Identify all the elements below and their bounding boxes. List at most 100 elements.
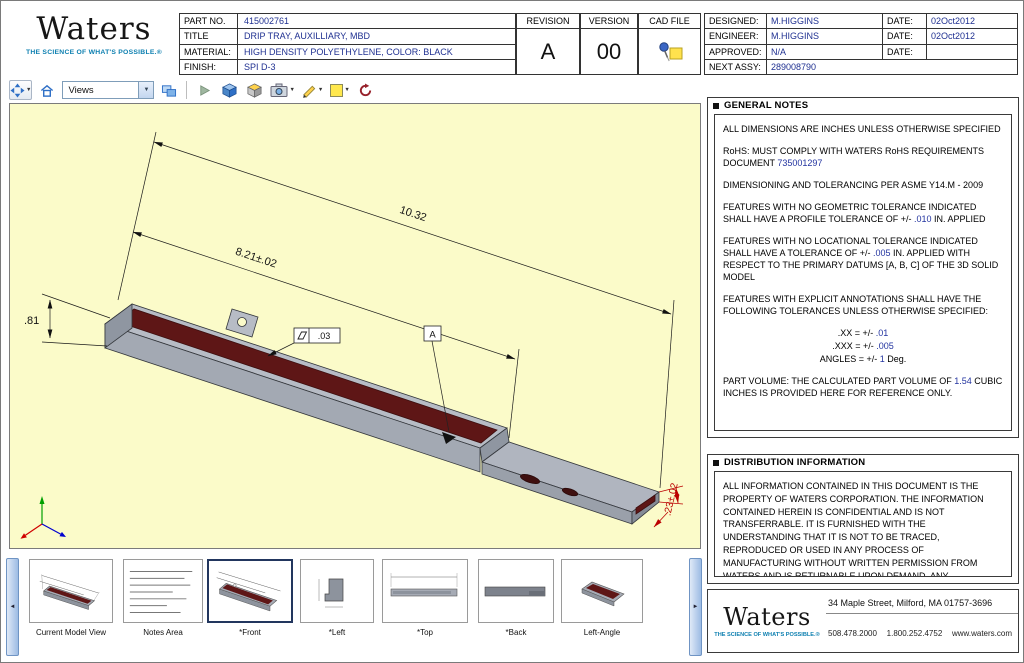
drawing-canvas[interactable]: 10.32 8.21±.02 .81 .23±.02 .03 <box>10 104 700 548</box>
designed-value: M.HIGGINS <box>767 14 883 28</box>
dim-overall-length[interactable]: 10.32 <box>398 204 428 224</box>
approved-date <box>927 45 1017 59</box>
dim-cavity-length[interactable]: 8.21±.02 <box>234 246 278 271</box>
markup-rotate-button[interactable] <box>356 80 376 100</box>
part-3d-tray[interactable] <box>105 304 659 524</box>
play-animation-button[interactable] <box>194 80 214 100</box>
footer-contacts-row: 508.478.2000 1.800.252.4752 www.waters.c… <box>826 614 1018 652</box>
play-icon <box>198 84 211 97</box>
measure-pencil-icon <box>302 83 317 98</box>
note-item: RoHS: MUST COMPLY WITH WATERS RoHS REQUI… <box>723 145 1003 169</box>
waters-logo-text: Waters <box>13 13 175 46</box>
general-notes-panel: GENERAL NOTES ALL DIMENSIONS ARE INCHES … <box>707 97 1019 438</box>
background-color-button[interactable]: ▼ <box>329 80 350 100</box>
designed-label: DESIGNED: <box>705 14 767 28</box>
thumbnail-label: Left-Angle <box>561 628 643 637</box>
thumbnail-label: *Front <box>207 628 293 637</box>
approvals-row: APPROVED: N/A DATE: <box>705 45 1017 60</box>
pan-arrows-icon <box>10 83 25 98</box>
thumbnail-label: *Top <box>382 628 468 637</box>
approvals-block: DESIGNED: M.HIGGINS DATE: 02Oct2012 ENGI… <box>704 13 1018 75</box>
current-model-view-preview-icon <box>30 561 112 621</box>
drawing-viewport[interactable]: 10.32 8.21±.02 .81 .23±.02 .03 <box>9 103 701 549</box>
part-no-label: PART NO. <box>180 14 238 28</box>
distribution-text: ALL INFORMATION CONTAINED IN THIS DOCUME… <box>723 480 1003 577</box>
designed-date: 02Oct2012 <box>927 14 1017 28</box>
dim-left-height[interactable]: .81 <box>24 315 39 327</box>
home-view-button[interactable] <box>37 80 57 100</box>
shaded-view-button[interactable] <box>219 80 239 100</box>
thumbnail-label: *Left <box>300 628 374 637</box>
cycle-views-button[interactable] <box>159 80 179 100</box>
left-view-preview-icon <box>301 561 373 621</box>
bullet-square-icon <box>713 103 719 109</box>
scroll-left-arrow-icon: ◄ <box>10 604 16 610</box>
camera-icon <box>270 83 288 98</box>
finish-label: FINISH: <box>180 60 238 74</box>
thumbnail-label: Current Model View <box>29 628 113 637</box>
distribution-body: ALL INFORMATION CONTAINED IN THIS DOCUME… <box>714 471 1012 577</box>
pushpin-icon[interactable] <box>656 41 684 63</box>
version-value: 00 <box>581 29 637 74</box>
note-item: DIMENSIONING AND TOLERANCING PER ASME Y1… <box>723 179 1003 191</box>
part-no-value: 415002761 <box>238 14 289 28</box>
thumbnail-top[interactable]: *Top <box>382 559 468 637</box>
thumbnail-back[interactable]: *Back <box>478 559 554 637</box>
title-value: DRIP TRAY, AUXILLIARY, MBD <box>238 29 370 43</box>
views-dropdown-value: Views <box>68 85 93 96</box>
thumbnail-image[interactable] <box>382 559 468 623</box>
left-angle-preview-icon <box>562 561 642 621</box>
thumbnail-current-model-view[interactable]: Current Model View <box>29 559 113 637</box>
thumbnail-image[interactable] <box>300 559 374 623</box>
thumbnail-scroll-left-button[interactable]: ◄ <box>6 558 19 656</box>
note-item: .XXX = +/- .005 <box>723 340 1003 352</box>
cad-file-cell[interactable] <box>639 29 700 74</box>
thumbnail-image[interactable] <box>207 559 293 623</box>
note-item: FEATURES WITH NO GEOMETRIC TOLERANCE IND… <box>723 201 1003 225</box>
note-item: .XX = +/- .01 <box>723 327 1003 339</box>
chevron-down-icon: ▼ <box>138 82 153 98</box>
footer-waters-logo-text: Waters <box>723 604 811 630</box>
thumbnail-scroll-right-button[interactable]: ► <box>689 558 702 656</box>
views-dropdown[interactable]: Views ▼ <box>62 81 154 99</box>
title-block-row: PART NO. 415002761 <box>180 14 515 29</box>
thumbnail-image[interactable] <box>29 559 113 623</box>
edrawings-window: Waters THE SCIENCE OF WHAT'S POSSIBLE.® … <box>0 0 1024 663</box>
distribution-header: DISTRIBUTION INFORMATION <box>708 455 1018 470</box>
dim-step-height[interactable]: .23±.02 <box>662 482 680 517</box>
engineer-date-label: DATE: <box>883 29 927 43</box>
pan-tool-button[interactable]: ▼ <box>9 80 32 100</box>
note-item: FEATURES WITH NO LOCATIONAL TOLERANCE IN… <box>723 235 1003 283</box>
notes-area-preview-icon <box>124 561 202 621</box>
note-item: ANGLES = +/- 1 Deg. <box>723 353 1003 365</box>
measure-button[interactable]: ▼ <box>301 80 324 100</box>
note-item: FEATURES WITH EXPLICIT ANNOTATIONS SHALL… <box>723 293 1003 317</box>
datum-letter: A <box>429 330 436 341</box>
cad-file-block: CAD FILE <box>638 13 701 75</box>
appearance-button[interactable] <box>244 80 264 100</box>
snapshot-button[interactable]: ▼ <box>269 80 295 100</box>
engineer-date: 02Oct2012 <box>927 29 1017 43</box>
approved-date-label: DATE: <box>883 45 927 59</box>
footer-waters-logo: Waters THE SCIENCE OF WHAT'S POSSIBLE.® <box>708 590 826 652</box>
feature-control-frame[interactable]: .03 <box>268 328 340 356</box>
waters-logo: Waters THE SCIENCE OF WHAT'S POSSIBLE.® <box>13 13 175 71</box>
footer-tollfree: 1.800.252.4752 <box>887 629 943 638</box>
thumbnail-front[interactable]: *Front <box>207 559 293 637</box>
shaded-cube-icon <box>221 82 238 99</box>
thumbnail-image[interactable] <box>123 559 203 623</box>
footer-contact-area: 34 Maple Street, Milford, MA 01757-3696 … <box>826 590 1018 652</box>
thumbnail-left[interactable]: *Left <box>300 559 374 637</box>
thumbnail-image[interactable] <box>478 559 554 623</box>
thumbnail-notes-area[interactable]: Notes Area <box>123 559 203 637</box>
thumbnail-label: *Back <box>478 628 554 637</box>
approvals-row: DESIGNED: M.HIGGINS DATE: 02Oct2012 <box>705 14 1017 29</box>
footer-brand-box: Waters THE SCIENCE OF WHAT'S POSSIBLE.® … <box>707 589 1019 653</box>
distribution-panel: DISTRIBUTION INFORMATION ALL INFORMATION… <box>707 454 1019 584</box>
finish-value: SPI D-3 <box>238 60 276 74</box>
footer-address: 34 Maple Street, Milford, MA 01757-3696 <box>826 590 1018 614</box>
material-value: HIGH DENSITY POLYETHYLENE, COLOR: BLACK <box>238 45 453 59</box>
thumbnail-left-angle[interactable]: Left-Angle <box>561 559 643 637</box>
title-block-row: MATERIAL: HIGH DENSITY POLYETHYLENE, COL… <box>180 45 515 60</box>
thumbnail-image[interactable] <box>561 559 643 623</box>
